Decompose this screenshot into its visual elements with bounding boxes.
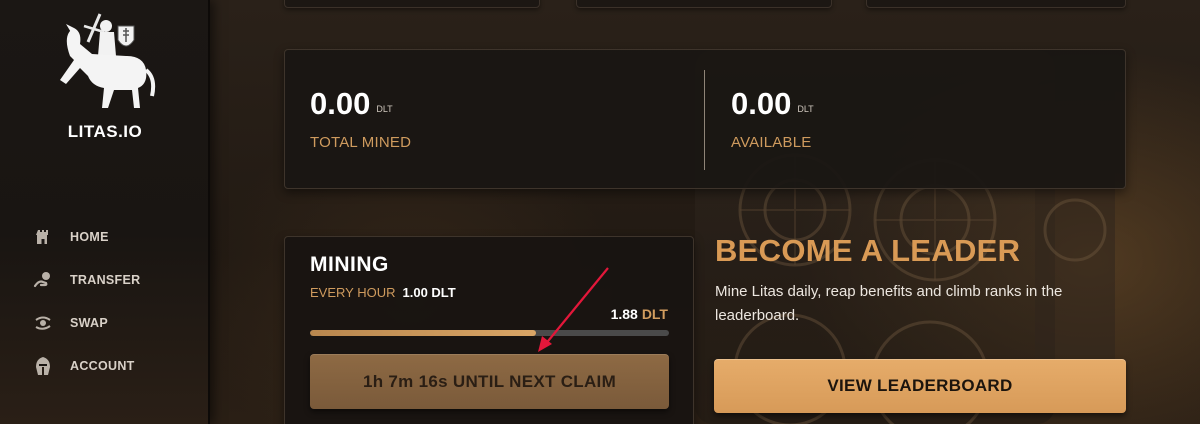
sidebar-item-home[interactable]: HOME — [0, 215, 210, 258]
sidebar-item-label: SWAP — [70, 315, 109, 330]
total-mined-unit: DLT — [376, 104, 393, 114]
sidebar-nav: HOME TRANSFER SWAP ACCOUNT — [0, 215, 210, 387]
castle-tower-icon — [36, 229, 48, 244]
swap-hand-icon — [35, 316, 51, 330]
logo-text: LITAS.IO — [67, 122, 143, 141]
mining-progress-fill — [310, 330, 537, 336]
sidebar-item-label: TRANSFER — [70, 272, 141, 287]
total-mined-value: 0.00 — [310, 86, 371, 121]
claim-button[interactable]: 1h 7m 16s UNTIL NEXT CLAIM — [310, 354, 669, 409]
available-label: AVAILABLE — [731, 134, 812, 151]
mining-title: MINING — [310, 253, 389, 276]
available-stat: 0.00 DLT AVAILABLE — [731, 86, 814, 151]
view-leaderboard-button[interactable]: VIEW LEADERBOARD — [714, 359, 1126, 413]
sidebar-item-label: ACCOUNT — [70, 358, 135, 373]
total-mined-label: TOTAL MINED — [310, 134, 412, 151]
leader-description: Mine Litas daily, reap benefits and clim… — [715, 283, 1063, 324]
knight-horseman-icon — [60, 13, 156, 108]
helmet-icon — [36, 356, 50, 375]
sidebar-item-label: HOME — [70, 229, 109, 244]
logo[interactable]: LITAS.IO — [0, 0, 210, 150]
top-card — [284, 0, 540, 8]
top-card — [576, 0, 832, 8]
mined-amount-unit: DLT — [641, 306, 668, 322]
mining-rate: EVERY HOUR 1.00 DLT — [310, 285, 456, 300]
sidebar-item-transfer[interactable]: TRANSFER — [0, 258, 210, 301]
sidebar-item-account[interactable]: ACCOUNT — [0, 344, 210, 387]
available-value: 0.00 — [731, 86, 792, 121]
annotation-arrow — [538, 267, 609, 352]
divider — [704, 70, 705, 170]
mining-rate-value: 1.00 DLT — [402, 285, 456, 300]
mining-rate-label: EVERY HOUR — [310, 285, 396, 300]
available-unit: DLT — [797, 104, 814, 114]
balance-stats-panel: 0.00 DLT TOTAL MINED 0.00 DLT AVAILABLE — [284, 49, 1126, 189]
transfer-hand-icon — [33, 271, 50, 287]
mining-panel: MINING EVERY HOUR 1.00 DLT 1.88 DLT 1h 7m … — [284, 236, 694, 424]
total-mined-stat: 0.00 DLT TOTAL MINED — [310, 86, 411, 151]
sidebar: LITAS.IO HOME TRANSFER SWAP ACCOUNT — [0, 0, 210, 424]
sidebar-item-swap[interactable]: SWAP — [0, 301, 210, 344]
top-card — [866, 0, 1126, 8]
leader-title: BECOME A LEADER — [715, 233, 1021, 268]
